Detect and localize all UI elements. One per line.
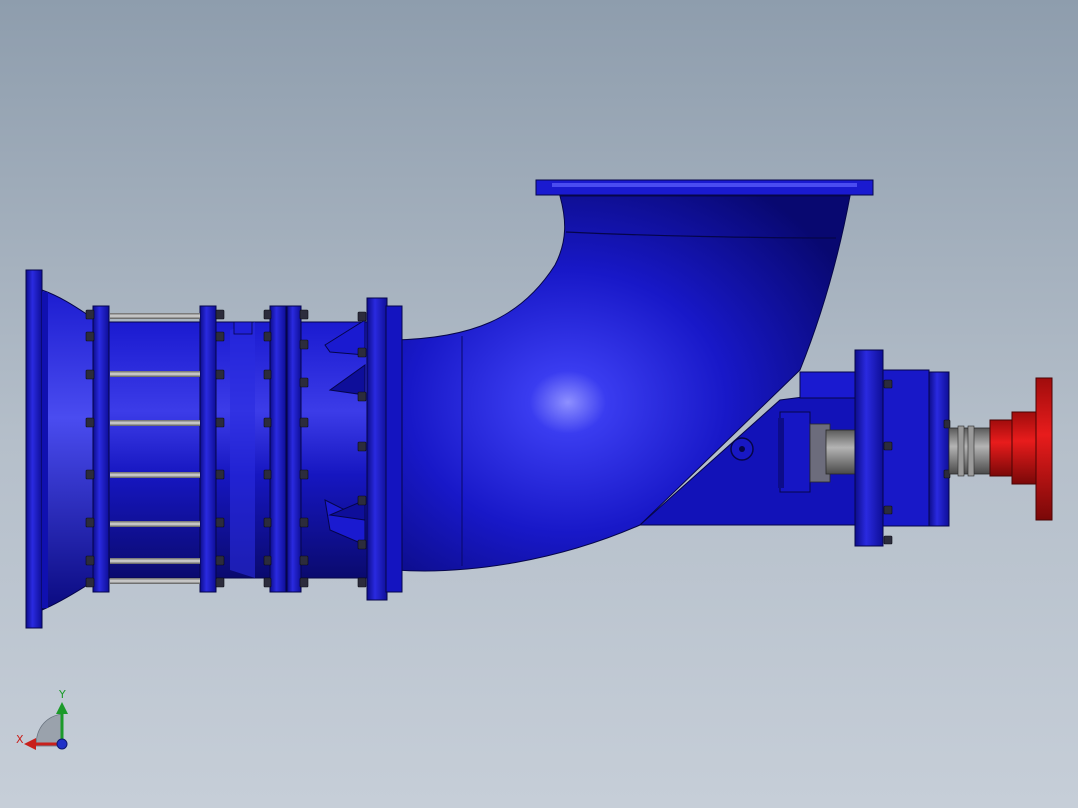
pump-assembly-model[interactable] (0, 0, 1078, 808)
outlet-flange[interactable] (535, 179, 874, 196)
y-axis-arrowhead (56, 702, 68, 714)
x-axis-label: X (16, 733, 24, 746)
bearing-bracket-flange[interactable] (854, 349, 951, 547)
x-axis-arrowhead (24, 738, 36, 750)
graphics-viewport[interactable]: X Y (0, 0, 1078, 808)
coordinate-triad (24, 702, 68, 750)
suction-bell[interactable] (25, 269, 101, 629)
pump-shaft[interactable] (825, 429, 859, 475)
gland-housing[interactable] (778, 411, 831, 493)
z-axis-dot (56, 738, 68, 750)
y-axis-label: Y (59, 688, 66, 701)
shaft-extension[interactable] (948, 425, 992, 477)
coupling[interactable] (989, 377, 1053, 521)
